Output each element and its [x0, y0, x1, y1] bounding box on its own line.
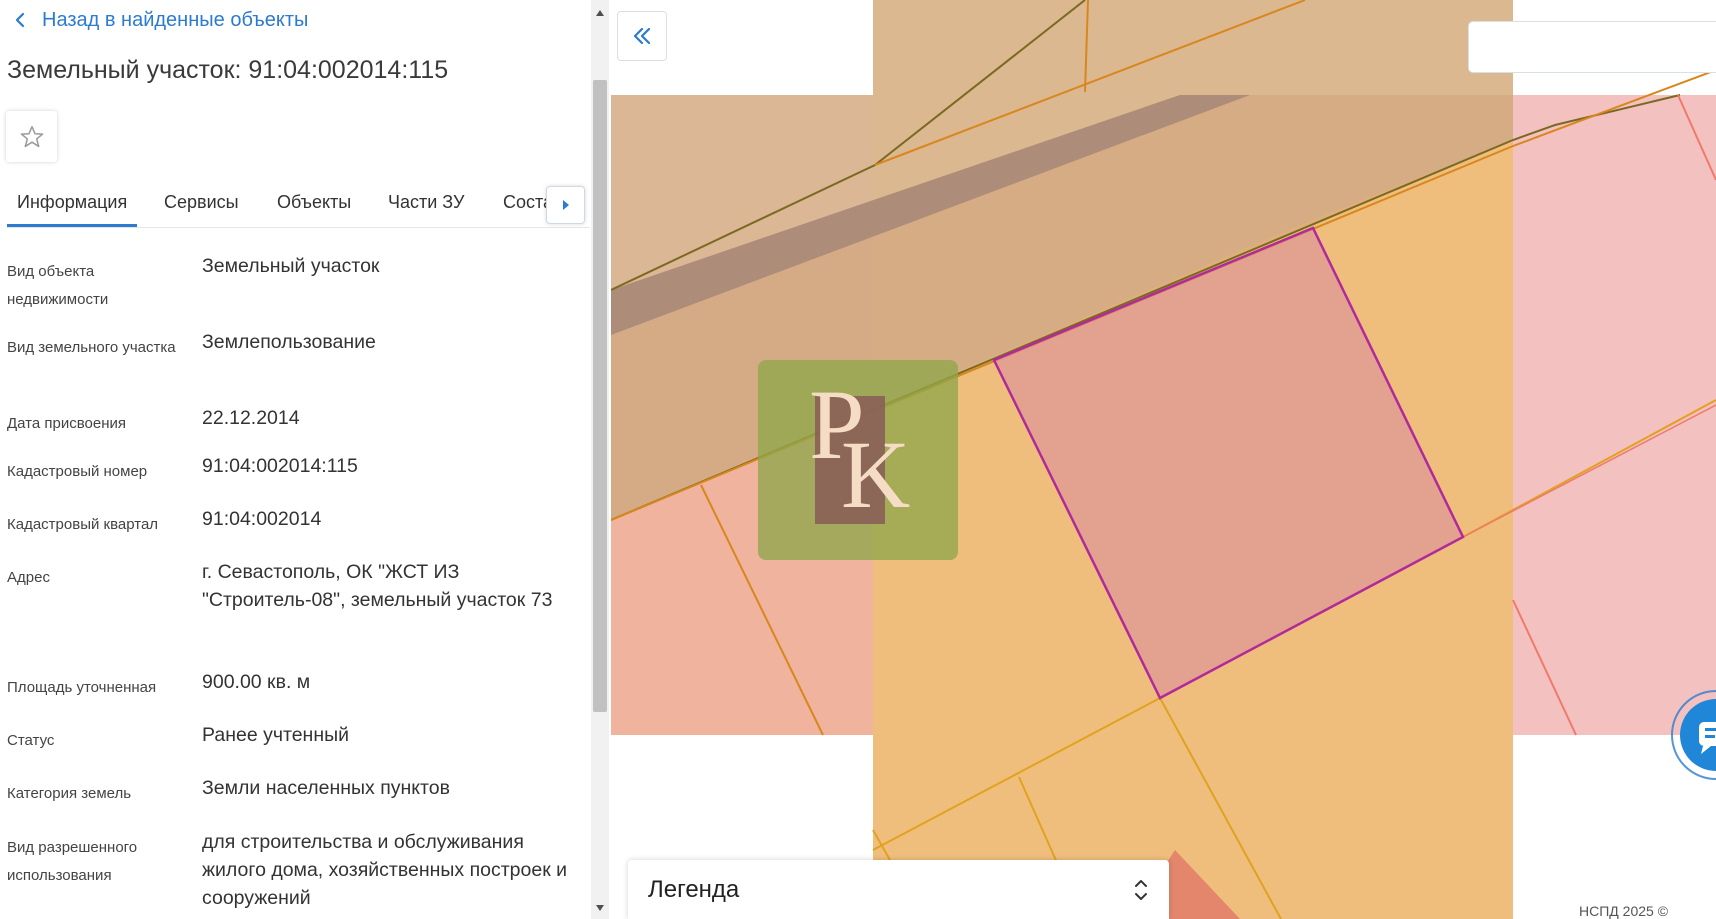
scroll-up-arrow-icon[interactable]: [591, 4, 609, 22]
tab-parcel-parts[interactable]: Части ЗУ: [388, 182, 464, 227]
property-label: Кадастровый номер: [7, 463, 148, 480]
star-outline-icon: [20, 125, 43, 147]
tab-services[interactable]: Сервисы: [164, 182, 239, 227]
legend-label: Легенда: [648, 875, 740, 903]
property-value: Землепользование: [202, 331, 376, 353]
chevron-left-icon: [15, 12, 25, 28]
tab-objects[interactable]: Объекты: [277, 182, 351, 227]
back-link-label: Назад в найденные объекты: [42, 8, 309, 31]
property-value: 22.12.2014: [202, 407, 300, 429]
chat-bubble-icon: [1671, 690, 1716, 780]
property-label: Площадь уточненная: [7, 679, 157, 696]
property-label: Адрес: [7, 569, 50, 586]
panel-scrollbar[interactable]: [591, 0, 609, 919]
up-down-chevron-icon: [1135, 879, 1147, 900]
object-tabs: Информация Сервисы Объекты Части ЗУ Сост…: [7, 182, 590, 228]
property-value: Земли населенных пунктов: [202, 777, 450, 799]
property-value: 91:04:002014: [202, 508, 322, 530]
property-value: Земельный участок: [202, 255, 380, 277]
tabs-scroll-right-button[interactable]: [546, 186, 585, 224]
caret-right-icon: [562, 200, 569, 210]
collapse-panel-button[interactable]: [617, 11, 667, 61]
property-value: для строительства и обслуживания жилого …: [202, 831, 568, 909]
property-label: Вид земельного участка: [7, 339, 176, 356]
back-to-results-link[interactable]: Назад в найденные объекты: [12, 6, 308, 34]
page-title: Земельный участок: 91:04:002014:115: [7, 56, 449, 84]
property-value: 900.00 кв. м: [202, 671, 311, 693]
chat-button[interactable]: [1671, 690, 1716, 780]
scrollbar-thumb[interactable]: [593, 80, 607, 712]
map-tile: [1513, 95, 1716, 735]
tab-information[interactable]: Информация: [7, 182, 138, 227]
double-chevron-left-icon: [633, 27, 651, 45]
property-label: Кадастровый квартал: [7, 516, 159, 533]
property-label: Вид объекта недвижимости: [7, 263, 109, 308]
map-search-input[interactable]: [1468, 21, 1716, 73]
watermark-logo: [758, 360, 958, 560]
map-canvas[interactable]: [611, 0, 1716, 919]
map-copyright: НСПД 2025 ©: [1570, 904, 1716, 919]
property-value: 91:04:002014:115: [202, 455, 358, 477]
object-info-panel: Назад в найденные объекты Земельный учас…: [0, 0, 591, 919]
property-label: Дата присвоения: [7, 415, 126, 432]
property-value: Ранее учтенный: [202, 724, 349, 746]
property-label: Вид разрешенного использования: [7, 839, 138, 884]
property-label: Категория земель: [7, 785, 132, 802]
cadastral-map[interactable]: P K: [611, 0, 1716, 919]
property-label: Статус: [7, 732, 55, 749]
property-value: г. Севастополь, ОК "ЖСТ ИЗ "Строитель-08…: [202, 561, 553, 611]
legend-toggle[interactable]: Легенда: [628, 860, 1169, 919]
scroll-down-arrow-icon[interactable]: [591, 899, 609, 917]
add-to-favorites-button[interactable]: [6, 111, 57, 162]
